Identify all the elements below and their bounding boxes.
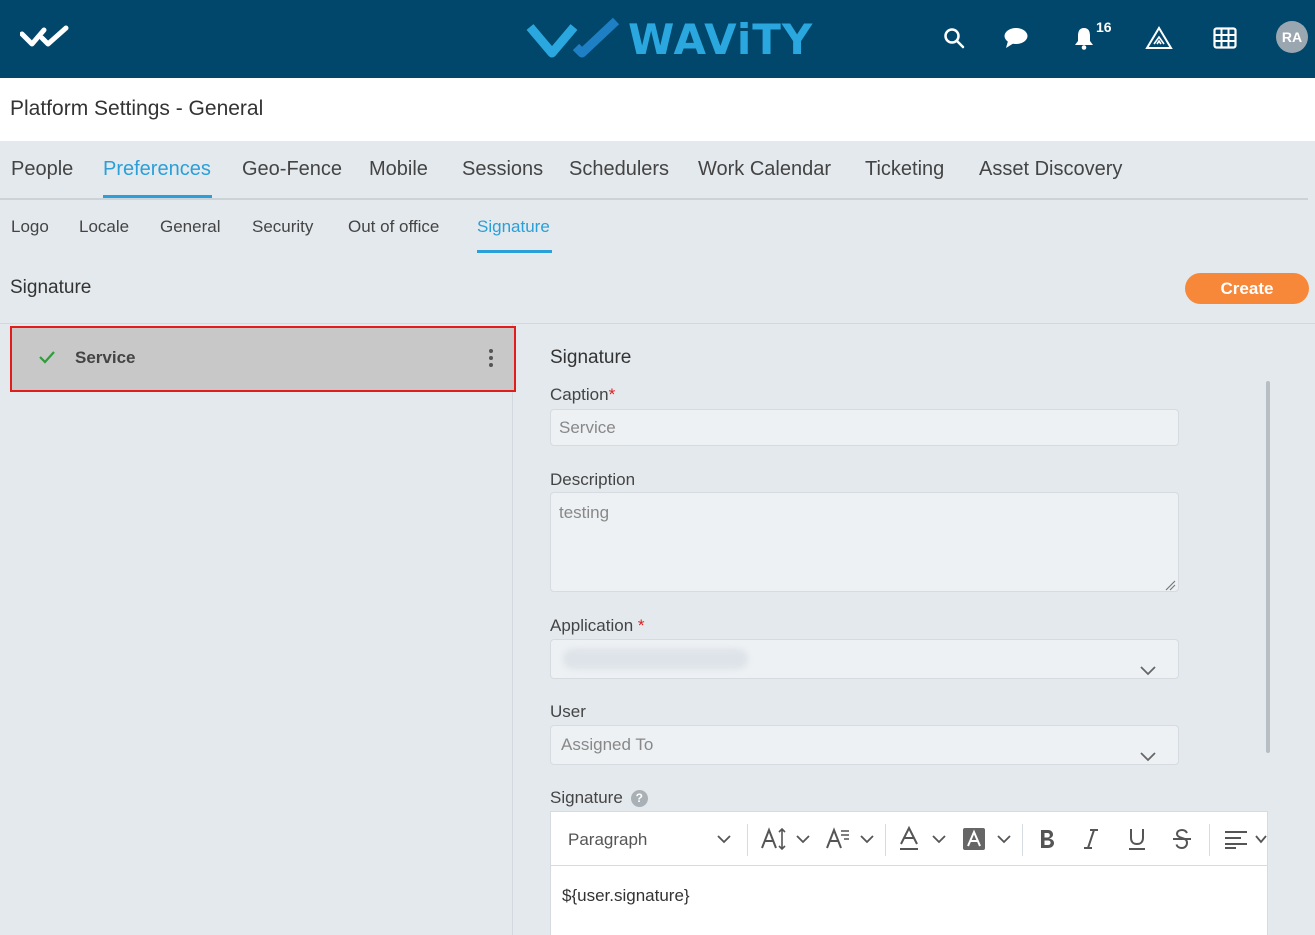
chevron-down-icon[interactable] (997, 825, 1011, 853)
italic-icon[interactable] (1082, 825, 1100, 853)
form-title: Signature (550, 347, 632, 368)
chevron-down-icon[interactable] (860, 825, 874, 853)
section-title: Signature (10, 277, 92, 298)
chevron-down-icon[interactable] (932, 825, 946, 853)
help-icon[interactable]: ? (630, 789, 648, 807)
editor-toolbar: Paragraph (551, 812, 1267, 866)
signature-editor: Paragraph ${user.signature} (550, 811, 1268, 935)
search-icon[interactable] (938, 22, 970, 54)
page-title: Platform Settings - General (10, 97, 264, 120)
top-navigation-bar: WAViTY 16 RA (0, 0, 1315, 78)
chevron-down-icon[interactable] (796, 825, 810, 853)
signature-list-item[interactable]: Service (10, 326, 516, 392)
brand-check-icon (526, 17, 620, 58)
subtab-signature[interactable]: Signature (477, 217, 550, 237)
user-select-placeholder: Assigned To (561, 735, 654, 754)
application-select[interactable] (550, 639, 1179, 679)
user-avatar[interactable]: RA (1276, 21, 1308, 53)
required-asterisk: * (637, 616, 645, 635)
tab-work-calendar[interactable]: Work Calendar (698, 158, 831, 181)
tab-geo-fence[interactable]: Geo-Fence (242, 158, 342, 181)
apps-grid-icon[interactable] (1209, 22, 1241, 54)
caption-field[interactable]: Service (550, 409, 1179, 446)
font-size-icon[interactable] (760, 825, 788, 853)
subtab-locale[interactable]: Locale (79, 217, 129, 237)
tab-sessions[interactable]: Sessions (462, 158, 543, 181)
notification-count-badge: 16 (1096, 19, 1112, 35)
section-divider (0, 323, 1315, 324)
paragraph-style-dropdown[interactable]: Paragraph (568, 830, 647, 850)
blurred-application-value (563, 649, 748, 669)
tab-mobile[interactable]: Mobile (369, 158, 428, 181)
wavity-home-icon[interactable] (19, 24, 72, 55)
panel-divider (512, 324, 513, 935)
tab-people[interactable]: People (11, 158, 73, 181)
strikethrough-icon[interactable] (1172, 825, 1192, 853)
chat-icon[interactable] (1000, 22, 1032, 54)
description-label: Description (550, 470, 636, 489)
subtab-general[interactable]: General (160, 217, 220, 237)
chevron-down-icon (1140, 652, 1156, 690)
required-asterisk: * (608, 385, 616, 404)
chevron-down-icon[interactable] (1255, 825, 1267, 853)
resize-grip-icon[interactable] (1164, 578, 1176, 596)
editor-content[interactable]: ${user.signature} (562, 886, 690, 906)
user-label: User (550, 702, 586, 721)
bold-icon[interactable] (1037, 825, 1057, 853)
toolbar-separator (885, 824, 886, 856)
brand-name: WAViTY (628, 14, 814, 64)
alert-triangle-icon[interactable] (1143, 22, 1175, 54)
create-button[interactable]: Create (1185, 273, 1309, 304)
tab-schedulers[interactable]: Schedulers (569, 158, 669, 181)
check-icon (38, 350, 56, 369)
background-color-icon[interactable] (962, 825, 986, 853)
toolbar-separator (1209, 824, 1210, 856)
chevron-down-icon[interactable] (717, 825, 731, 853)
application-label: Application * (550, 616, 645, 635)
active-subtab-indicator (477, 250, 552, 253)
form-scrollbar[interactable] (1266, 381, 1270, 753)
user-select[interactable]: Assigned To (550, 725, 1179, 765)
font-color-icon[interactable] (898, 825, 920, 853)
toolbar-separator (747, 824, 748, 856)
subtab-logo[interactable]: Logo (11, 217, 49, 237)
brand-logo: WAViTY (526, 14, 813, 64)
chevron-down-icon (1140, 738, 1156, 776)
subtab-security[interactable]: Security (252, 217, 313, 237)
toolbar-separator (1022, 824, 1023, 856)
tab-ticketing[interactable]: Ticketing (865, 158, 944, 181)
caption-label: Caption* (550, 385, 616, 404)
subtab-out-of-office[interactable]: Out of office (348, 217, 439, 237)
description-textarea[interactable]: testing (550, 492, 1179, 592)
signature-label: Signature? (550, 788, 648, 808)
main-tab-bar: People Preferences Geo-Fence Mobile Sess… (0, 141, 1315, 200)
tab-preferences[interactable]: Preferences (103, 158, 211, 181)
signature-item-label: Service (75, 348, 136, 367)
tab-bar-divider (0, 198, 1308, 200)
more-options-icon[interactable] (488, 348, 494, 373)
font-family-icon[interactable] (825, 825, 851, 853)
page-title-bar: Platform Settings - General (0, 78, 1315, 141)
tab-asset-discovery[interactable]: Asset Discovery (979, 158, 1122, 181)
underline-icon[interactable] (1127, 825, 1147, 853)
align-left-icon[interactable] (1224, 825, 1248, 853)
